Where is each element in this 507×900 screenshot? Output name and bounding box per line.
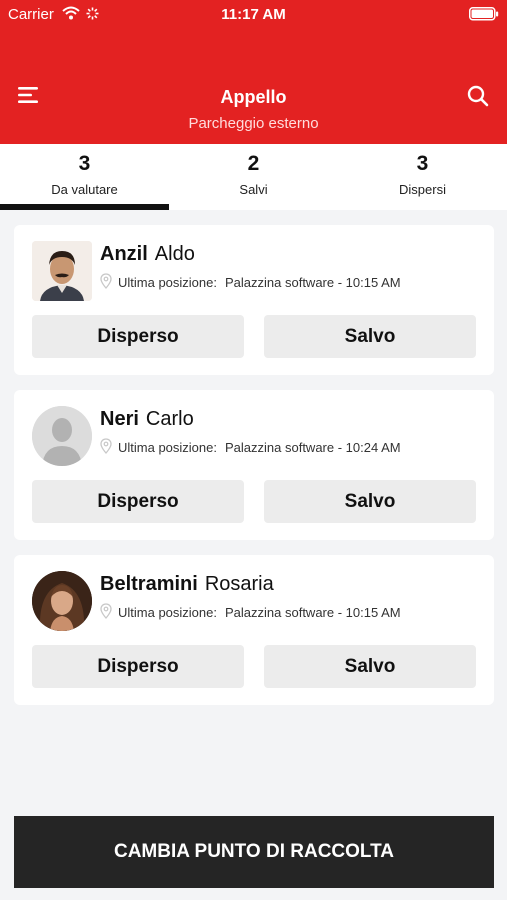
last-position-value: Palazzina software - 10:15 AM <box>225 275 401 290</box>
tab-count: 3 <box>416 152 429 175</box>
app-header: Carrier 11:17 AM Appello Parcheggio este… <box>0 0 507 144</box>
disperso-button[interactable]: Disperso <box>32 645 244 688</box>
tab-dispersi[interactable]: 3 Dispersi <box>338 144 507 210</box>
last-position: Ultima posizione: Palazzina software - 1… <box>100 603 401 622</box>
last-position-value: Palazzina software - 10:24 AM <box>225 440 401 455</box>
last-position-value: Palazzina software - 10:15 AM <box>225 605 401 620</box>
tab-label: Da valutare <box>51 182 118 197</box>
tab-label: Salvi <box>239 182 268 197</box>
last-position-label: Ultima posizione: <box>118 440 217 455</box>
disperso-button[interactable]: Disperso <box>32 315 244 358</box>
person-last-name: Anzil <box>100 243 148 265</box>
salvo-button[interactable]: Salvo <box>264 315 476 358</box>
salvo-button[interactable]: Salvo <box>264 645 476 688</box>
last-position: Ultima posizione: Palazzina software - 1… <box>100 273 401 292</box>
tab-count: 3 <box>78 152 91 175</box>
status-time: 11:17 AM <box>221 6 286 23</box>
person-first-name: Aldo <box>154 243 195 265</box>
page-title: Appello <box>220 87 287 107</box>
person-card: Neri Carlo Ultima posizione: Palazzina so… <box>14 390 494 540</box>
salvo-button[interactable]: Salvo <box>264 480 476 523</box>
disperso-button[interactable]: Disperso <box>32 480 244 523</box>
avatar-placeholder <box>32 406 92 466</box>
last-position-label: Ultima posizione: <box>118 275 217 290</box>
avatar <box>32 241 92 301</box>
person-name: Neri Carlo <box>100 408 194 431</box>
person-first-name: Carlo <box>145 408 194 430</box>
avatar <box>32 571 92 631</box>
battery-icon <box>469 7 499 26</box>
tab-salvi[interactable]: 2 Salvi <box>169 144 338 210</box>
person-card: Beltramini Rosaria Ultima posizione: Pala… <box>14 555 494 705</box>
tab-label: Dispersi <box>399 182 446 197</box>
person-first-name: Rosaria <box>204 573 274 595</box>
person-last-name: Beltramini <box>100 573 198 595</box>
person-name: Beltramini Rosaria <box>100 573 274 596</box>
page-subtitle: Parcheggio esterno <box>188 115 319 132</box>
change-gathering-point-button[interactable]: CAMBIA PUNTO DI RACCOLTA <box>14 816 494 888</box>
last-position: Ultima posizione: Palazzina software - 1… <box>100 438 401 457</box>
person-card: Anzil Aldo Ultima posizione: Palazzina so… <box>14 225 494 375</box>
person-last-name: Neri <box>100 408 139 430</box>
active-tab-indicator <box>0 204 169 210</box>
status-bar: Carrier 11:17 AM <box>0 0 507 28</box>
tab-da-valutare[interactable]: 3 Da valutare <box>0 144 169 210</box>
search-icon[interactable] <box>467 85 489 112</box>
location-pin-icon <box>100 273 112 292</box>
location-pin-icon <box>100 603 112 622</box>
last-position-label: Ultima posizione: <box>118 605 217 620</box>
location-pin-icon <box>100 438 112 457</box>
person-name: Anzil Aldo <box>100 243 195 266</box>
tab-bar: 3 Da valutare 2 Salvi 3 Dispersi <box>0 144 507 210</box>
tab-count: 2 <box>247 152 260 175</box>
